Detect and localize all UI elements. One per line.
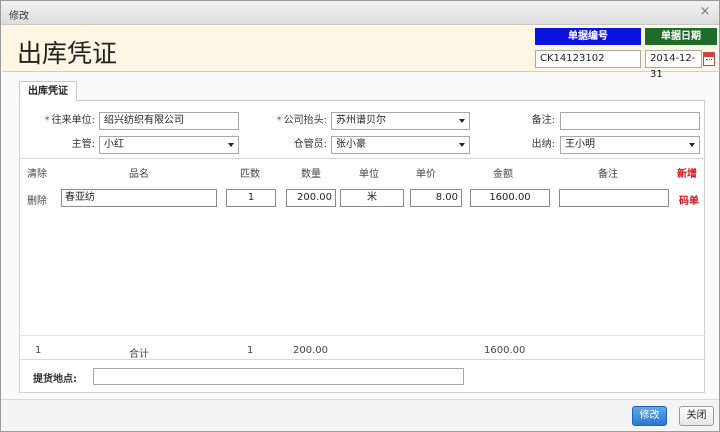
- item-amount-input[interactable]: 1600.00: [470, 189, 550, 207]
- header-unit: 单位: [359, 169, 379, 180]
- chevron-down-icon: [459, 119, 465, 123]
- partner-input[interactable]: 绍兴纺织有限公司: [99, 112, 239, 130]
- close-button[interactable]: 关闭: [679, 406, 714, 426]
- tab-outbound-voucher[interactable]: 出库凭证: [19, 81, 77, 102]
- item-price-input[interactable]: 8.00: [410, 189, 462, 207]
- close-icon[interactable]: ×: [697, 4, 713, 20]
- supervisor-label: 主管:: [71, 139, 95, 150]
- footer-amount-total: 1600.00: [484, 345, 526, 356]
- calendar-icon[interactable]: [703, 52, 715, 66]
- item-qty-input[interactable]: 200.00: [286, 189, 336, 207]
- footer-qty-total: 200.00: [293, 345, 328, 356]
- item-name-input[interactable]: 春亚纺: [61, 189, 217, 207]
- grid-footer-divider: [19, 335, 705, 336]
- footer-count: 1: [35, 345, 42, 356]
- keeper-label: 仓管员:: [293, 139, 327, 150]
- supervisor-select[interactable]: 小红: [99, 136, 239, 154]
- dialog-footer: 修改 关闭: [1, 399, 719, 431]
- document-header: 出库凭证 单据编号 单据日期 CK14123102 2014-12-31: [2, 26, 718, 80]
- add-row-button[interactable]: 新增: [677, 165, 697, 180]
- save-button[interactable]: 修改: [632, 406, 667, 426]
- delete-row-button[interactable]: 删除: [27, 192, 47, 207]
- window-title: 修改: [9, 11, 29, 22]
- cashier-label: 出纳:: [531, 139, 555, 150]
- cashier-select[interactable]: 王小明: [560, 136, 700, 154]
- header-qty: 数量: [301, 169, 321, 180]
- chevron-down-icon: [689, 143, 695, 147]
- doc-number-label: 单据编号: [535, 28, 641, 45]
- doc-date-label: 单据日期: [645, 28, 717, 45]
- chevron-down-icon: [459, 143, 465, 147]
- pickup-label: 提货地点:: [33, 374, 77, 385]
- dialog-window: 修改 × 出库凭证 单据编号 单据日期 CK14123102 2014-12-3…: [0, 0, 720, 432]
- items-grid: 清除 品名 匹数 数量 单位 单价 金额 备注 新增 删除 春亚纺 1 200.…: [19, 158, 705, 360]
- footer-total-label: 合计: [129, 349, 149, 360]
- header-amount: 金额: [493, 169, 513, 180]
- doc-date-field[interactable]: 2014-12-31: [645, 50, 702, 80]
- keeper-select[interactable]: 张小豪: [331, 136, 470, 154]
- item-pieces-input[interactable]: 1: [226, 189, 276, 207]
- header-name: 品名: [129, 169, 149, 180]
- item-remark-input[interactable]: [559, 189, 669, 207]
- header-pieces: 匹数: [240, 169, 260, 180]
- doc-number-field[interactable]: CK14123102: [535, 50, 641, 68]
- partner-label: * 往来单位:: [44, 115, 95, 126]
- header-price: 单价: [416, 169, 436, 180]
- footer-pieces-total: 1: [247, 345, 254, 356]
- tab-bar: 出库凭证: [19, 81, 705, 102]
- item-unit-input[interactable]: 米: [340, 189, 404, 207]
- required-mark: *: [276, 115, 282, 126]
- pickup-input[interactable]: [93, 368, 464, 385]
- chevron-down-icon: [228, 143, 234, 147]
- company-select[interactable]: 苏州谱贝尔: [331, 112, 470, 130]
- header-remark: 备注: [598, 169, 618, 180]
- code-list-button[interactable]: 码单: [679, 192, 699, 207]
- company-label: * 公司抬头:: [276, 115, 327, 126]
- title-bar: 修改 ×: [1, 1, 719, 25]
- remark-label: 备注:: [531, 115, 555, 126]
- required-mark: *: [44, 115, 50, 126]
- page-title: 出库凭证: [17, 39, 118, 68]
- header-clear[interactable]: 清除: [27, 165, 47, 180]
- remark-input[interactable]: [560, 112, 700, 130]
